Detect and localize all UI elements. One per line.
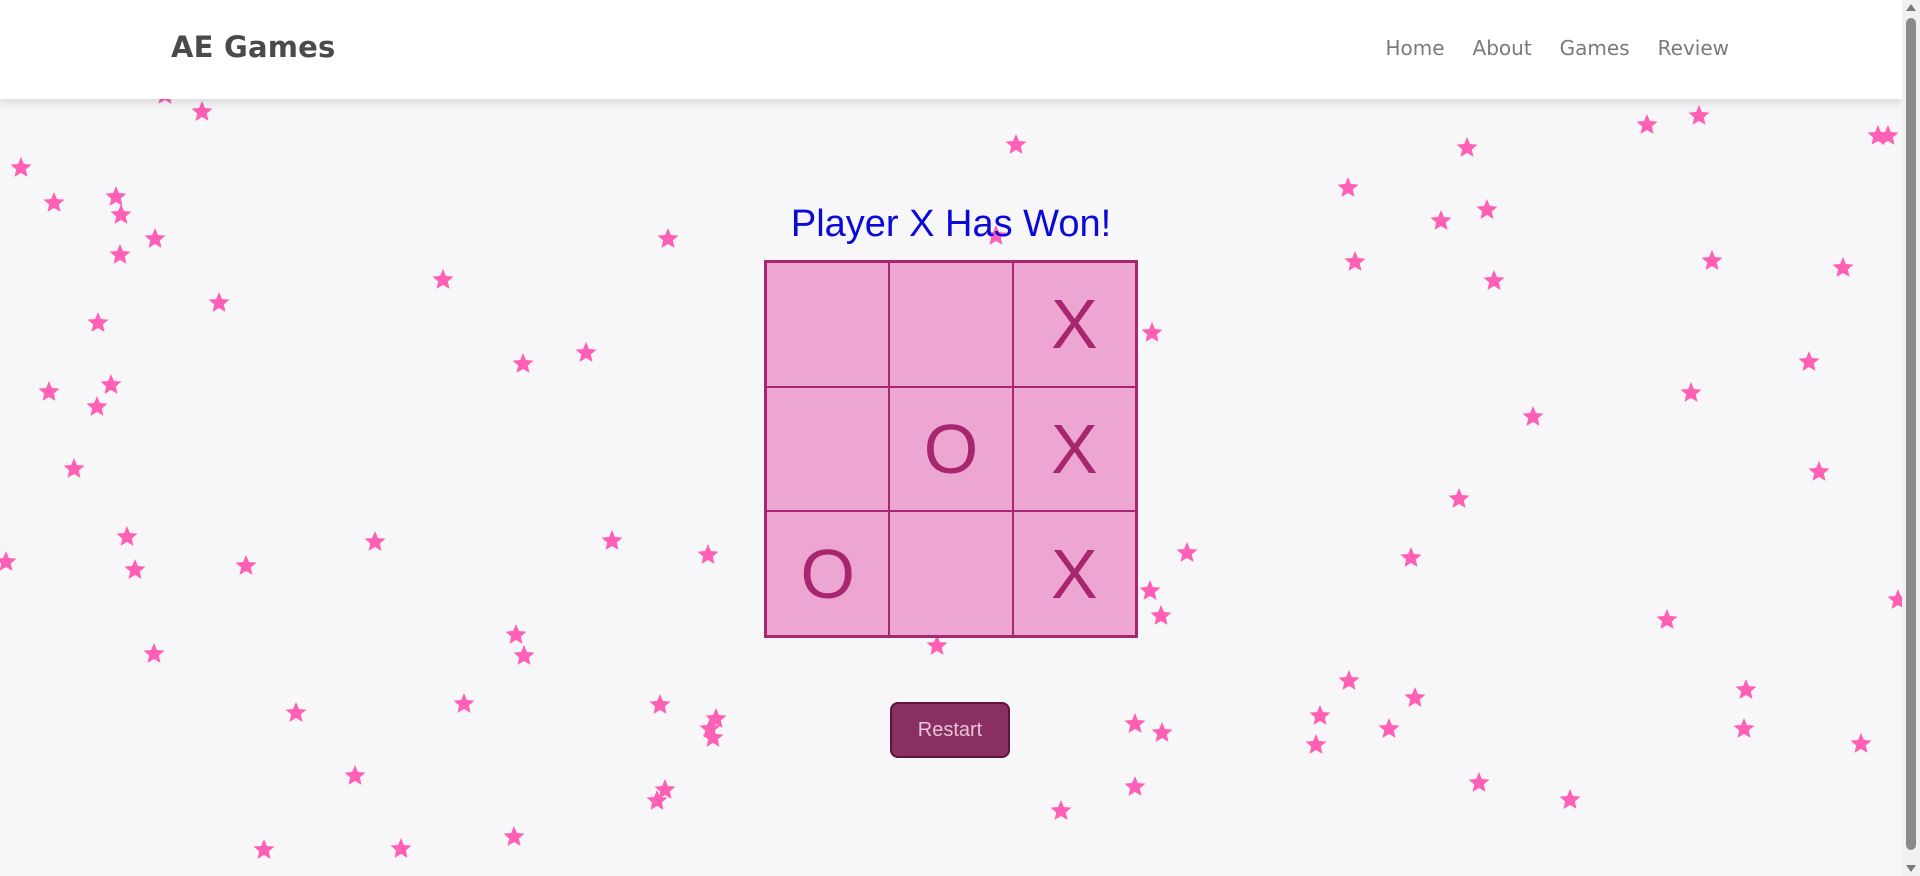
star-icon xyxy=(10,157,32,177)
star-icon xyxy=(1522,406,1544,426)
star-icon xyxy=(235,555,257,575)
board-cell[interactable] xyxy=(889,511,1013,636)
star-icon xyxy=(124,559,146,579)
star-icon xyxy=(100,374,122,394)
board-cell[interactable] xyxy=(766,262,890,387)
nav-home[interactable]: Home xyxy=(1385,36,1444,60)
board-cell[interactable] xyxy=(766,386,890,512)
star-icon xyxy=(1798,351,1820,371)
board-cell[interactable]: X xyxy=(1012,262,1136,387)
star-icon xyxy=(1448,488,1470,508)
star-icon xyxy=(1305,734,1327,754)
tic-tac-toe-board: X O X O X xyxy=(764,260,1138,638)
scroll-up-arrow-icon[interactable] xyxy=(1906,4,1916,11)
star-icon xyxy=(86,396,108,416)
star-icon xyxy=(512,353,534,373)
star-icon xyxy=(1151,722,1173,742)
board-cell[interactable]: O xyxy=(766,511,890,636)
star-icon xyxy=(191,101,213,121)
star-icon xyxy=(109,244,131,264)
star-icon xyxy=(1680,382,1702,402)
star-icon xyxy=(390,838,412,858)
star-icon xyxy=(1005,134,1027,154)
star-icon xyxy=(208,292,230,312)
star-icon xyxy=(505,624,527,644)
star-icon xyxy=(1832,257,1854,277)
star-icon xyxy=(1337,177,1359,197)
star-icon xyxy=(1735,679,1757,699)
star-icon xyxy=(1338,670,1360,690)
board-cell[interactable] xyxy=(889,262,1013,387)
restart-button[interactable]: Restart xyxy=(890,702,1010,758)
navbar: AE Games Home About Games Review xyxy=(0,0,1902,99)
star-icon xyxy=(1378,718,1400,738)
nav-about[interactable]: About xyxy=(1473,36,1532,60)
star-icon xyxy=(253,839,275,859)
star-icon xyxy=(1404,687,1426,707)
star-icon xyxy=(453,693,475,713)
star-icon xyxy=(1400,547,1422,567)
star-icon xyxy=(1701,250,1723,270)
nav-games[interactable]: Games xyxy=(1560,36,1630,60)
star-icon xyxy=(1468,772,1490,792)
star-icon xyxy=(1656,609,1678,629)
star-icon xyxy=(1141,322,1163,342)
star-icon xyxy=(0,551,17,571)
star-icon xyxy=(1636,114,1658,134)
star-icon xyxy=(649,694,671,714)
scroll-thumb[interactable] xyxy=(1906,18,1916,850)
star-icon xyxy=(1559,789,1581,809)
star-icon xyxy=(1176,542,1198,562)
scroll-down-arrow-icon[interactable] xyxy=(1906,865,1916,872)
star-icon xyxy=(697,544,719,564)
star-icon xyxy=(344,765,366,785)
star-icon xyxy=(1483,270,1505,290)
star-icon xyxy=(38,381,60,401)
star-icon xyxy=(1344,251,1366,271)
nav-review[interactable]: Review xyxy=(1658,36,1729,60)
star-icon xyxy=(1139,580,1161,600)
scrollbar[interactable] xyxy=(1902,0,1920,876)
board-cell[interactable]: X xyxy=(1012,386,1136,512)
star-icon xyxy=(513,645,535,665)
star-icon xyxy=(285,702,307,722)
star-icon xyxy=(1124,713,1146,733)
star-icon xyxy=(1124,776,1146,796)
star-icon xyxy=(1688,105,1710,125)
star-icon xyxy=(1456,137,1478,157)
star-icon xyxy=(87,312,109,332)
game-status: Player X Has Won! xyxy=(790,203,1112,245)
star-icon xyxy=(1150,605,1172,625)
board-cell[interactable]: O xyxy=(889,386,1013,512)
nav-links: Home About Games Review xyxy=(1385,36,1729,60)
star-icon xyxy=(143,643,165,663)
star-icon xyxy=(432,269,454,289)
star-icon xyxy=(1887,589,1902,609)
star-icon xyxy=(1850,733,1872,753)
star-icon xyxy=(503,826,525,846)
star-icon xyxy=(1309,705,1331,725)
star-icon xyxy=(1050,800,1072,820)
star-icon xyxy=(1808,461,1830,481)
star-icon xyxy=(601,530,623,550)
star-icon xyxy=(116,526,138,546)
star-icon xyxy=(63,458,85,478)
star-icon xyxy=(575,342,597,362)
star-icon xyxy=(1733,718,1755,738)
brand-logo[interactable]: AE Games xyxy=(171,30,335,64)
board-cell[interactable]: X xyxy=(1012,511,1136,636)
star-icon xyxy=(364,531,386,551)
